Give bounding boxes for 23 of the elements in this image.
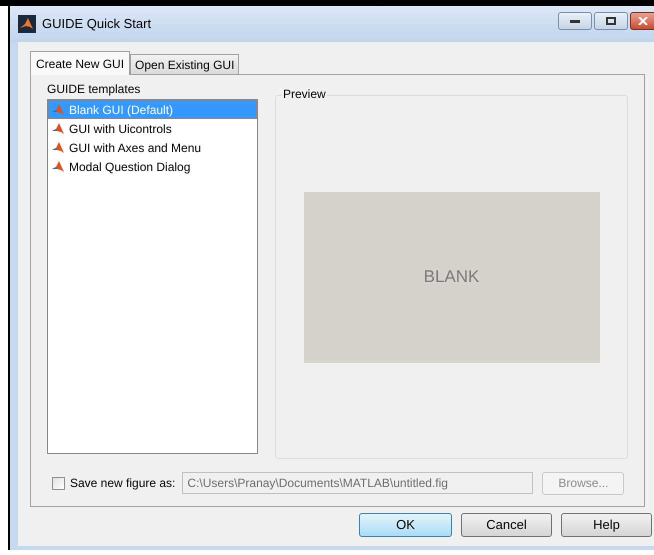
window-title: GUIDE Quick Start [42,15,152,34]
tab[interactable]: Create New GUI [30,51,130,75]
matlab-logo-icon [52,160,64,172]
matlab-logo-icon [52,142,64,154]
maximize-button[interactable] [594,12,628,30]
minimize-icon [570,19,580,23]
save-label: Save new figure as: [70,475,176,492]
dialog-button[interactable]: OK [359,513,452,537]
template-item[interactable]: Modal Question Dialog [48,157,257,176]
template-item[interactable]: GUI with Uicontrols [48,119,257,138]
preview-text: BLANK [424,266,480,288]
dialog-button[interactable]: Help [561,513,652,537]
close-button[interactable] [630,12,654,30]
template-item[interactable]: GUI with Axes and Menu [48,138,257,157]
app-logo-icon [18,15,36,33]
matlab-logo-icon [52,122,64,134]
tab[interactable]: Open Existing GUI [130,54,240,74]
list-label: GUIDE templates [47,81,142,97]
close-icon [638,17,648,25]
minimize-button[interactable] [558,12,592,30]
matlab-logo-icon [52,104,64,116]
maximize-icon [606,17,616,25]
dialog-button[interactable]: Cancel [461,513,552,537]
